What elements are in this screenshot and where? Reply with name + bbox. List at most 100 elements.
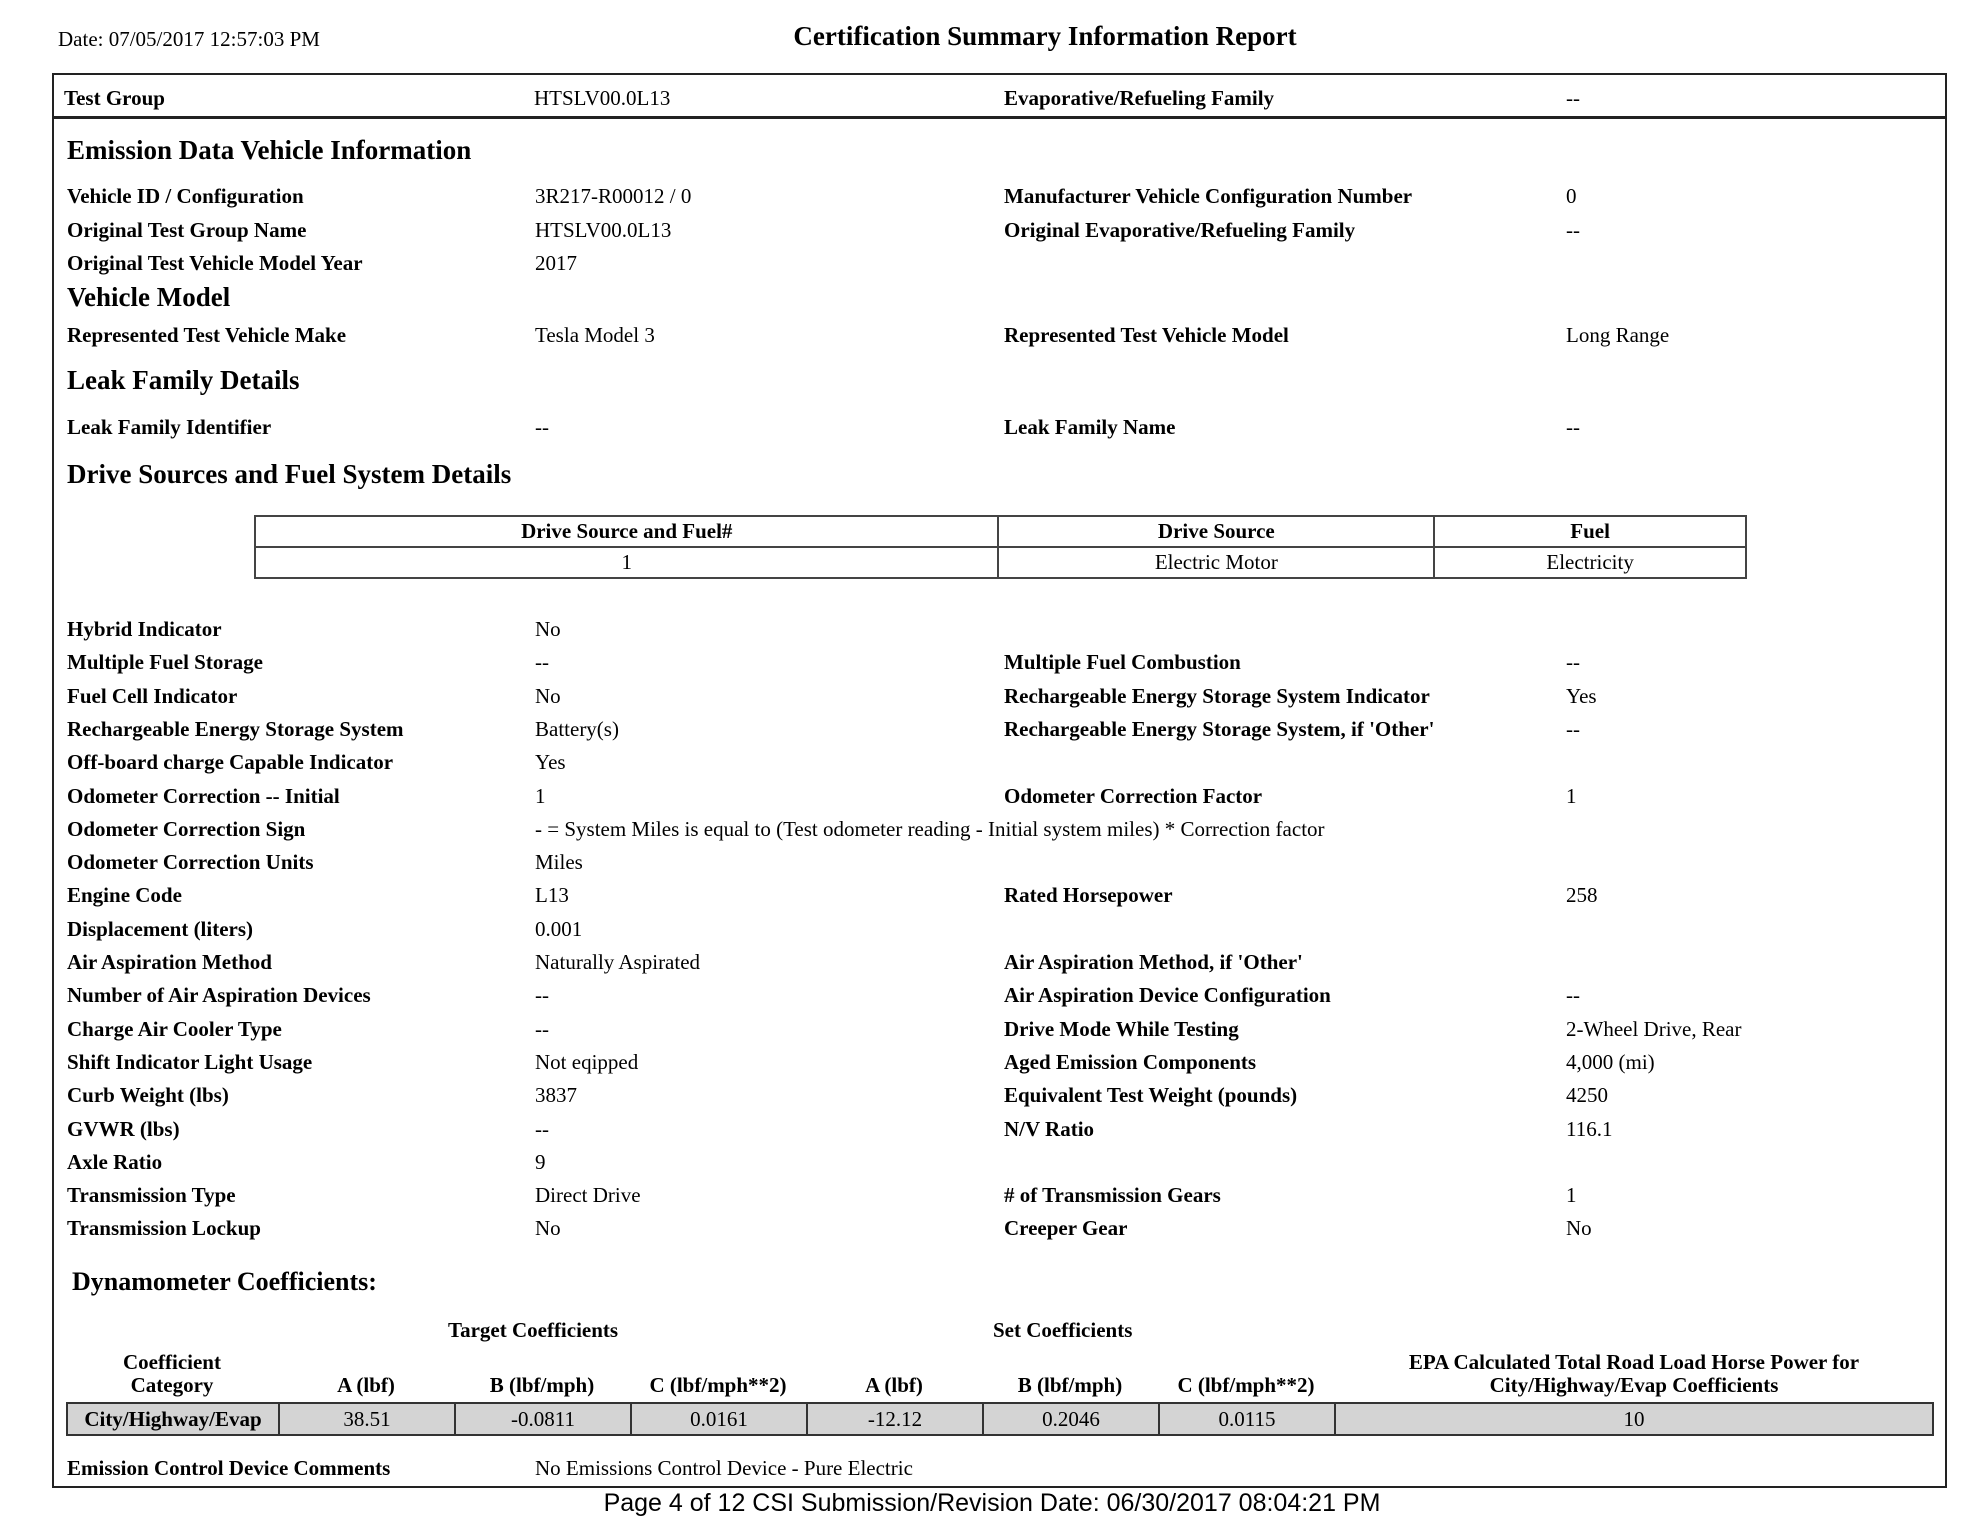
field-label: Engine Code — [67, 883, 182, 907]
target-b-cell: -0.0811 — [454, 1402, 632, 1436]
test-group-label: Test Group — [64, 86, 165, 110]
field-label: Odometer Correction Units — [67, 850, 314, 874]
field-value: 1 — [535, 784, 546, 808]
field-label: Original Test Group Name — [67, 218, 307, 242]
field-value: No — [1566, 1216, 1592, 1240]
field-label: Original Test Vehicle Model Year — [67, 251, 363, 275]
leak-name-value: -- — [1566, 415, 1580, 439]
vehicle-model-value: Long Range — [1566, 323, 1670, 347]
field-label: Odometer Correction Sign — [67, 817, 306, 841]
page-footer: Page 4 of 12 CSI Submission/Revision Dat… — [603, 1489, 1381, 1517]
set-b-header: B (lbf/mph) — [1017, 1373, 1123, 1397]
table-row: City/Highway/Evap 38.51 -0.0811 0.0161 -… — [66, 1402, 1934, 1436]
field-label: Vehicle ID / Configuration — [67, 184, 304, 208]
header-line: EPA Calculated Total Road Load Horse Pow… — [1408, 1350, 1860, 1374]
field-label: Axle Ratio — [67, 1150, 163, 1174]
field-label: Multiple Fuel Storage — [67, 650, 263, 674]
field-label: Equivalent Test Weight (pounds) — [1004, 1083, 1298, 1107]
leak-id-value: -- — [535, 415, 549, 439]
table-cell: 1 — [253, 546, 1000, 579]
column-header: Fuel — [1433, 515, 1747, 548]
field-value: -- — [1566, 650, 1580, 674]
field-value: -- — [1566, 218, 1580, 242]
field-label: Rated Horsepower — [1004, 883, 1173, 907]
set-a-header: A (lbf) — [865, 1373, 923, 1397]
field-label: Curb Weight (lbs) — [67, 1083, 229, 1107]
field-label: Original Evaporative/Refueling Family — [1004, 218, 1356, 242]
leak-name-label: Leak Family Name — [1004, 415, 1176, 439]
field-label: Manufacturer Vehicle Configuration Numbe… — [1004, 184, 1413, 208]
field-label: Rechargeable Energy Storage System, if '… — [1004, 717, 1435, 741]
section-title-dyno: Dynamometer Coefficients: — [72, 1267, 377, 1296]
drive-source-table: Drive Source and Fuel# Drive Source Fuel… — [253, 515, 1747, 579]
field-value: HTSLV00.0L13 — [535, 218, 672, 242]
field-label: Hybrid Indicator — [67, 617, 222, 641]
table-header-row: Drive Source and Fuel# Drive Source Fuel — [253, 515, 1747, 548]
field-value: 0.001 — [535, 917, 583, 941]
field-value: 2017 — [535, 251, 577, 275]
header-line: Coefficient — [123, 1350, 221, 1374]
field-value: 4,000 (mi) — [1566, 1050, 1655, 1074]
vehicle-model-label: Represented Test Vehicle Model — [1004, 323, 1289, 347]
field-value: No — [535, 684, 561, 708]
field-label: Creeper Gear — [1004, 1216, 1128, 1240]
coefficient-category-cell: City/Highway/Evap — [66, 1402, 280, 1436]
field-label: Displacement (liters) — [67, 917, 254, 941]
table-cell: Electricity — [1433, 546, 1747, 579]
field-label: Rechargeable Energy Storage System Indic… — [1004, 684, 1430, 708]
section-title-leak-family: Leak Family Details — [67, 365, 300, 395]
report-title: Certification Summary Information Report — [793, 21, 1297, 51]
target-b-header: B (lbf/mph) — [489, 1373, 595, 1397]
target-coefficients-label: Target Coefficients — [448, 1318, 619, 1342]
field-value: Direct Drive — [535, 1183, 641, 1207]
field-label: Number of Air Aspiration Devices — [67, 983, 371, 1007]
test-group-value: HTSLV00.0L13 — [534, 86, 671, 110]
column-header: Drive Source — [997, 515, 1436, 548]
field-label: Drive Mode While Testing — [1004, 1017, 1239, 1041]
field-label: Off-board charge Capable Indicator — [67, 750, 394, 774]
field-label: N/V Ratio — [1004, 1117, 1095, 1141]
epa-road-load-header: EPA Calculated Total Road Load Horse Pow… — [1334, 1351, 1934, 1397]
header-line: Category — [130, 1373, 214, 1397]
section-title-edv: Emission Data Vehicle Information — [67, 135, 472, 165]
field-value: No — [535, 617, 561, 641]
field-value: 116.1 — [1566, 1117, 1613, 1141]
vehicle-make-label: Represented Test Vehicle Make — [67, 323, 347, 347]
target-a-cell: 38.51 — [278, 1402, 456, 1436]
evap-family-value: -- — [1566, 86, 1580, 110]
field-label: Multiple Fuel Combustion — [1004, 650, 1241, 674]
field-value: -- — [535, 650, 549, 674]
field-label: Fuel Cell Indicator — [67, 684, 238, 708]
field-label: GVWR (lbs) — [67, 1117, 180, 1141]
coefficient-category-header: Coefficient Category — [70, 1351, 274, 1397]
field-label: Odometer Correction -- Initial — [67, 784, 340, 808]
set-c-cell: 0.0115 — [1158, 1402, 1336, 1436]
field-value: Battery(s) — [535, 717, 619, 741]
table-row: 1 Electric Motor Electricity — [253, 546, 1747, 579]
set-b-cell: 0.2046 — [982, 1402, 1160, 1436]
target-a-header: A (lbf) — [337, 1373, 395, 1397]
field-value: Yes — [535, 750, 566, 774]
field-value: 258 — [1566, 883, 1598, 907]
section-title-drive-sources: Drive Sources and Fuel System Details — [67, 459, 512, 489]
epa-hp-cell: 10 — [1334, 1402, 1934, 1436]
field-value: -- — [535, 1017, 549, 1041]
field-value: -- — [1566, 983, 1580, 1007]
field-label: Air Aspiration Device Configuration — [1004, 983, 1331, 1007]
field-value: 3837 — [535, 1083, 577, 1107]
field-value: -- — [1566, 717, 1580, 741]
field-value: 0 — [1566, 184, 1577, 208]
field-value: Miles — [535, 850, 583, 874]
field-label: Transmission Lockup — [67, 1216, 261, 1240]
set-c-header: C (lbf/mph**2) — [1177, 1373, 1315, 1397]
field-label: Rechargeable Energy Storage System — [67, 717, 404, 741]
field-value: -- — [535, 1117, 549, 1141]
evap-family-label: Evaporative/Refueling Family — [1004, 86, 1275, 110]
vehicle-make-value: Tesla Model 3 — [535, 323, 655, 347]
field-value: 3R217-R00012 / 0 — [535, 184, 692, 208]
target-c-cell: 0.0161 — [630, 1402, 808, 1436]
field-label: Aged Emission Components — [1004, 1050, 1257, 1074]
field-value: - = System Miles is equal to (Test odome… — [535, 817, 1325, 841]
header-line: City/Highway/Evap Coefficients — [1489, 1373, 1779, 1397]
dyno-coefficients-table: City/Highway/Evap 38.51 -0.0811 0.0161 -… — [66, 1402, 1934, 1436]
